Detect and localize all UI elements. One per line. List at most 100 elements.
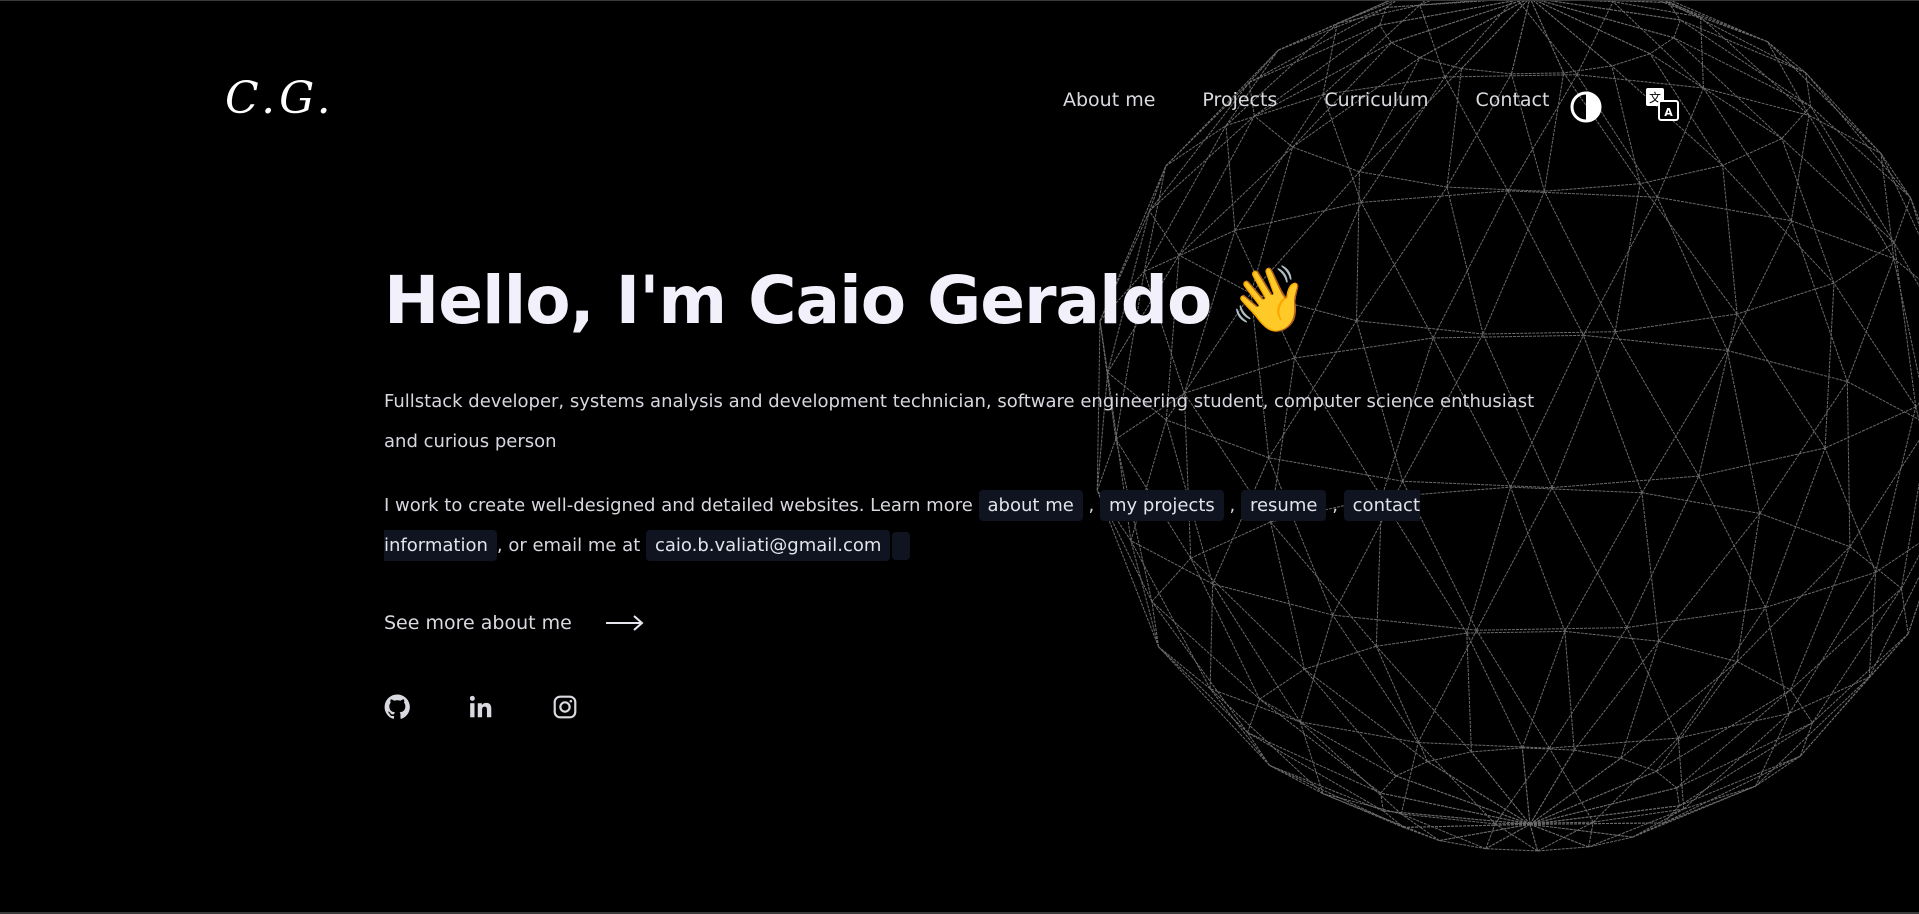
sphere-edge bbox=[1640, 164, 1723, 185]
translate-icon: 文 A bbox=[1646, 88, 1679, 121]
sphere-edge bbox=[1767, 41, 1806, 74]
sphere-edge bbox=[1759, 381, 1848, 514]
sphere-edge bbox=[1507, 190, 1658, 198]
sphere-edge bbox=[1875, 542, 1919, 573]
sphere-edge bbox=[1810, 106, 1895, 243]
sphere-edge bbox=[1391, 42, 1421, 59]
sphere-edge bbox=[1765, 447, 1826, 608]
sphere-edge bbox=[1868, 633, 1909, 678]
sphere-edge bbox=[1736, 546, 1851, 662]
sphere-edge bbox=[1544, 183, 1641, 192]
email-link[interactable]: caio.b.valiati@gmail.com bbox=[646, 530, 891, 562]
sphere-edge bbox=[1790, 115, 1810, 221]
sphere-edge bbox=[1461, 1, 1528, 69]
sphere-edge bbox=[1540, 1, 1674, 39]
sphere-edge bbox=[1626, 607, 1766, 629]
sphere-edge bbox=[1588, 808, 1684, 848]
sphere-edge bbox=[1680, 19, 1806, 74]
sphere-edge bbox=[1322, 793, 1402, 815]
sphere-edge bbox=[1799, 722, 1813, 757]
sphere-edge bbox=[1663, 755, 1801, 824]
sphere-edge bbox=[1564, 631, 1575, 751]
sphere-edge bbox=[1805, 72, 1882, 154]
see-more-label: See more about me bbox=[384, 612, 572, 635]
sphere-edge bbox=[1361, 190, 1508, 203]
sphere-edge bbox=[1875, 406, 1917, 573]
svg-text:A: A bbox=[1664, 106, 1673, 119]
sphere-edge bbox=[1833, 282, 1917, 408]
instagram-link[interactable] bbox=[552, 694, 578, 720]
sphere-edge bbox=[1269, 764, 1384, 812]
sphere-edge bbox=[1781, 138, 1895, 244]
sphere-edge bbox=[1165, 125, 1227, 167]
nav-projects[interactable]: Projects bbox=[1202, 89, 1277, 111]
sphere-edge bbox=[1549, 737, 1679, 749]
sphere-edge bbox=[1178, 146, 1293, 256]
sphere-edge bbox=[1418, 742, 1550, 749]
sphere-edge bbox=[1736, 282, 1835, 315]
comma: , bbox=[1332, 495, 1338, 517]
see-more-link[interactable]: See more about me bbox=[384, 612, 1544, 634]
sphere-edge bbox=[1511, 72, 1564, 75]
sphere-edge bbox=[1292, 146, 1360, 173]
hero-section: Hello, I'm Caio Geraldo 👋 Fullstack deve… bbox=[384, 261, 1544, 720]
sphere-edge bbox=[1380, 775, 1397, 794]
sphere-edge bbox=[1583, 334, 1728, 351]
sphere-edge bbox=[1588, 822, 1594, 848]
theme-toggle-button[interactable] bbox=[1570, 91, 1602, 123]
link-my-projects[interactable]: my projects bbox=[1100, 490, 1224, 522]
language-button[interactable]: 文 A bbox=[1645, 87, 1679, 121]
link-about-me[interactable]: about me bbox=[978, 490, 1083, 522]
sphere-edge bbox=[1677, 737, 1685, 810]
logo[interactable]: C.G. bbox=[225, 73, 335, 124]
sphere-edge bbox=[1548, 747, 1594, 823]
nav-about-me[interactable]: About me bbox=[1063, 89, 1155, 111]
sphere-edge bbox=[1910, 197, 1919, 221]
sphere-edge bbox=[1893, 197, 1912, 243]
sphere-edge bbox=[1439, 823, 1531, 842]
sphere-edge bbox=[1529, 822, 1664, 825]
sphere-edge bbox=[1612, 1, 1704, 89]
sphere-edge bbox=[1254, 115, 1293, 148]
sphere-edge bbox=[1810, 105, 1911, 199]
sphere-edge bbox=[1656, 770, 1677, 789]
sphere-edge bbox=[1812, 633, 1909, 724]
sphere-edge bbox=[1655, 661, 1738, 772]
sphere-edge bbox=[1249, 24, 1380, 83]
hero-description: Fullstack developer, systems analysis an… bbox=[384, 391, 1535, 453]
sphere-edge bbox=[1790, 588, 1902, 691]
sphere-edge bbox=[1847, 381, 1919, 421]
sphere-edge bbox=[1880, 153, 1895, 259]
sphere-edge bbox=[1383, 810, 1531, 825]
sphere-edge bbox=[1419, 1, 1525, 59]
sphere-edge bbox=[1683, 712, 1790, 810]
sphere-edge bbox=[1551, 331, 1616, 488]
sphere-edge bbox=[1698, 447, 1826, 477]
sphere-edge bbox=[1726, 220, 1792, 351]
linkedin-link[interactable] bbox=[468, 694, 494, 720]
github-link[interactable] bbox=[384, 694, 410, 720]
sphere-edge bbox=[1824, 447, 1877, 573]
link-resume[interactable]: resume bbox=[1240, 490, 1327, 522]
sphere-edge bbox=[1676, 722, 1813, 789]
sphere-edge bbox=[1401, 813, 1496, 825]
sphere-edge bbox=[1249, 7, 1387, 83]
sphere-edge bbox=[1849, 546, 1902, 589]
sphere-edge bbox=[1563, 72, 1641, 184]
or-text: , or bbox=[496, 535, 527, 557]
nav-contact[interactable]: Contact bbox=[1476, 89, 1550, 111]
sphere-edge bbox=[1641, 492, 1660, 642]
nav-curriculum[interactable]: Curriculum bbox=[1324, 89, 1428, 111]
sphere-edge bbox=[1573, 640, 1660, 751]
copy-email-button[interactable] bbox=[892, 532, 911, 561]
sphere-edge bbox=[1485, 823, 1496, 849]
sphere-edge bbox=[1657, 196, 1792, 222]
sphere-edge bbox=[1766, 41, 1810, 116]
sphere-edge bbox=[1535, 1, 1651, 55]
sphere-edge bbox=[1574, 749, 1621, 759]
sphere-edge bbox=[1446, 68, 1462, 188]
sphere-edge bbox=[1679, 722, 1813, 807]
sphere-edge bbox=[1533, 1, 1613, 67]
sphere-edge bbox=[1893, 242, 1919, 287]
sphere-edge bbox=[1615, 313, 1738, 333]
